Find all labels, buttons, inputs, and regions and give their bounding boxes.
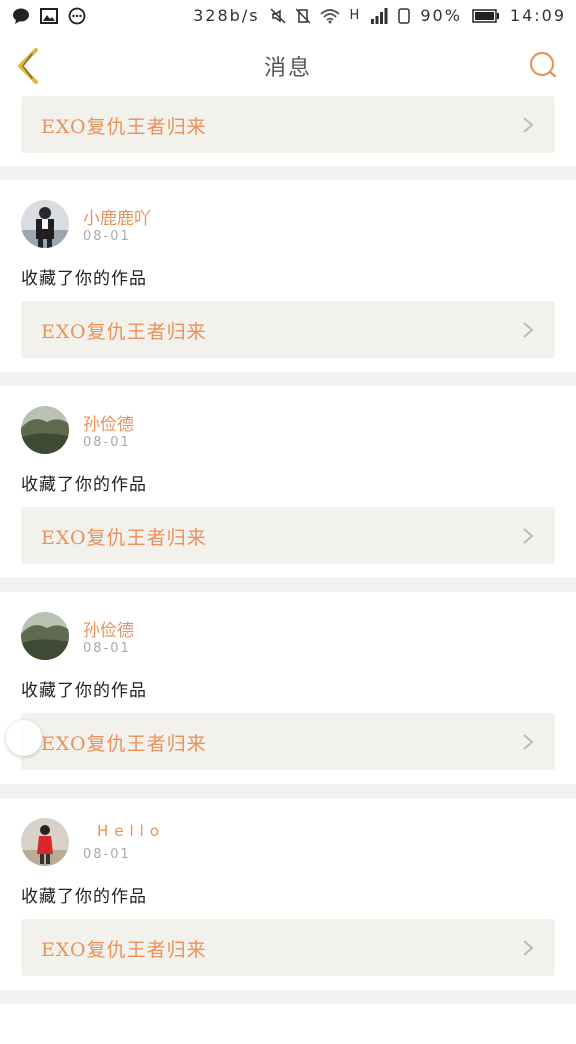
battery-percent: 90% — [420, 6, 462, 25]
notification-list: EXO复仇王者归来 小鹿鹿吖 08-01 收藏了你的作品 EXO复仇王者归来 孙… — [0, 96, 576, 1044]
action-text: 收藏了你的作品 — [21, 887, 147, 907]
page-title: 消息 — [263, 56, 312, 81]
wifi-icon — [319, 8, 340, 23]
work-title: EXO复仇王者归来 — [41, 116, 207, 138]
person-photo-icon — [21, 200, 69, 248]
list-item: EXO复仇王者归来 — [0, 96, 576, 166]
action-text: 收藏了你的作品 — [21, 475, 147, 495]
more-icon — [68, 7, 86, 25]
action-text: 收藏了你的作品 — [21, 681, 147, 701]
work-title: EXO复仇王者归来 — [41, 321, 207, 343]
battery-icon — [472, 8, 499, 23]
work-link[interactable]: EXO复仇王者归来 — [21, 919, 555, 976]
timestamp: 08-01 — [83, 229, 131, 244]
username[interactable]: 孙俭德 — [83, 616, 134, 641]
work-link[interactable]: EXO复仇王者归来 — [21, 96, 555, 153]
avatar[interactable] — [21, 406, 69, 454]
floating-assist-button[interactable] — [6, 720, 42, 756]
list-item: Hello 08-01 收藏了你的作品 EXO复仇王者归来 — [0, 798, 576, 990]
person-red-photo-icon — [21, 818, 69, 866]
work-link[interactable]: EXO复仇王者归来 — [21, 301, 555, 358]
work-title: EXO复仇王者归来 — [41, 527, 207, 549]
clock: 14:09 — [509, 6, 566, 25]
app-header: 消息 — [0, 34, 576, 97]
chevron-right-icon — [523, 940, 534, 956]
list-item: 孙俭德 08-01 收藏了你的作品 EXO复仇王者归来 — [0, 386, 576, 578]
status-bar: 328b/s H 90% 14:09 — [0, 0, 576, 34]
list-item: 孙俭德 08-01 收藏了你的作品 EXO复仇王者归来 — [0, 592, 576, 784]
sim-icon — [398, 7, 411, 24]
chevron-right-icon — [523, 734, 534, 750]
avatar[interactable] — [21, 818, 69, 866]
avatar[interactable] — [21, 200, 69, 248]
timestamp: 08-01 — [83, 847, 131, 862]
landscape-photo-icon — [21, 612, 69, 660]
avatar[interactable] — [21, 612, 69, 660]
vibrate-off-icon — [295, 7, 310, 24]
chevron-right-icon — [523, 322, 534, 338]
work-title: EXO复仇王者归来 — [41, 939, 207, 961]
search-icon[interactable] — [528, 50, 558, 80]
system-indicators: 328b/s H 90% 14:09 — [193, 6, 566, 25]
landscape-photo-icon — [21, 406, 69, 454]
signal-icon — [371, 7, 388, 24]
network-speed: 328b/s — [193, 6, 260, 25]
username[interactable]: 孙俭德 — [83, 410, 134, 435]
work-title: EXO复仇王者归来 — [41, 733, 207, 755]
notification-icons — [12, 7, 86, 25]
list-item — [0, 1004, 576, 1044]
chevron-right-icon — [523, 117, 534, 133]
timestamp: 08-01 — [83, 435, 131, 450]
username[interactable]: 小鹿鹿吖 — [83, 204, 151, 229]
network-type: H — [349, 8, 361, 23]
username[interactable]: Hello — [97, 822, 165, 840]
image-icon — [40, 8, 58, 24]
message-icon — [13, 8, 29, 24]
list-item: 小鹿鹿吖 08-01 收藏了你的作品 EXO复仇王者归来 — [0, 180, 576, 372]
chevron-right-icon — [523, 528, 534, 544]
work-link[interactable]: EXO复仇王者归来 — [21, 507, 555, 564]
work-link[interactable]: EXO复仇王者归来 — [21, 713, 555, 770]
timestamp: 08-01 — [83, 641, 131, 656]
mute-icon — [270, 7, 286, 24]
action-text: 收藏了你的作品 — [21, 269, 147, 289]
